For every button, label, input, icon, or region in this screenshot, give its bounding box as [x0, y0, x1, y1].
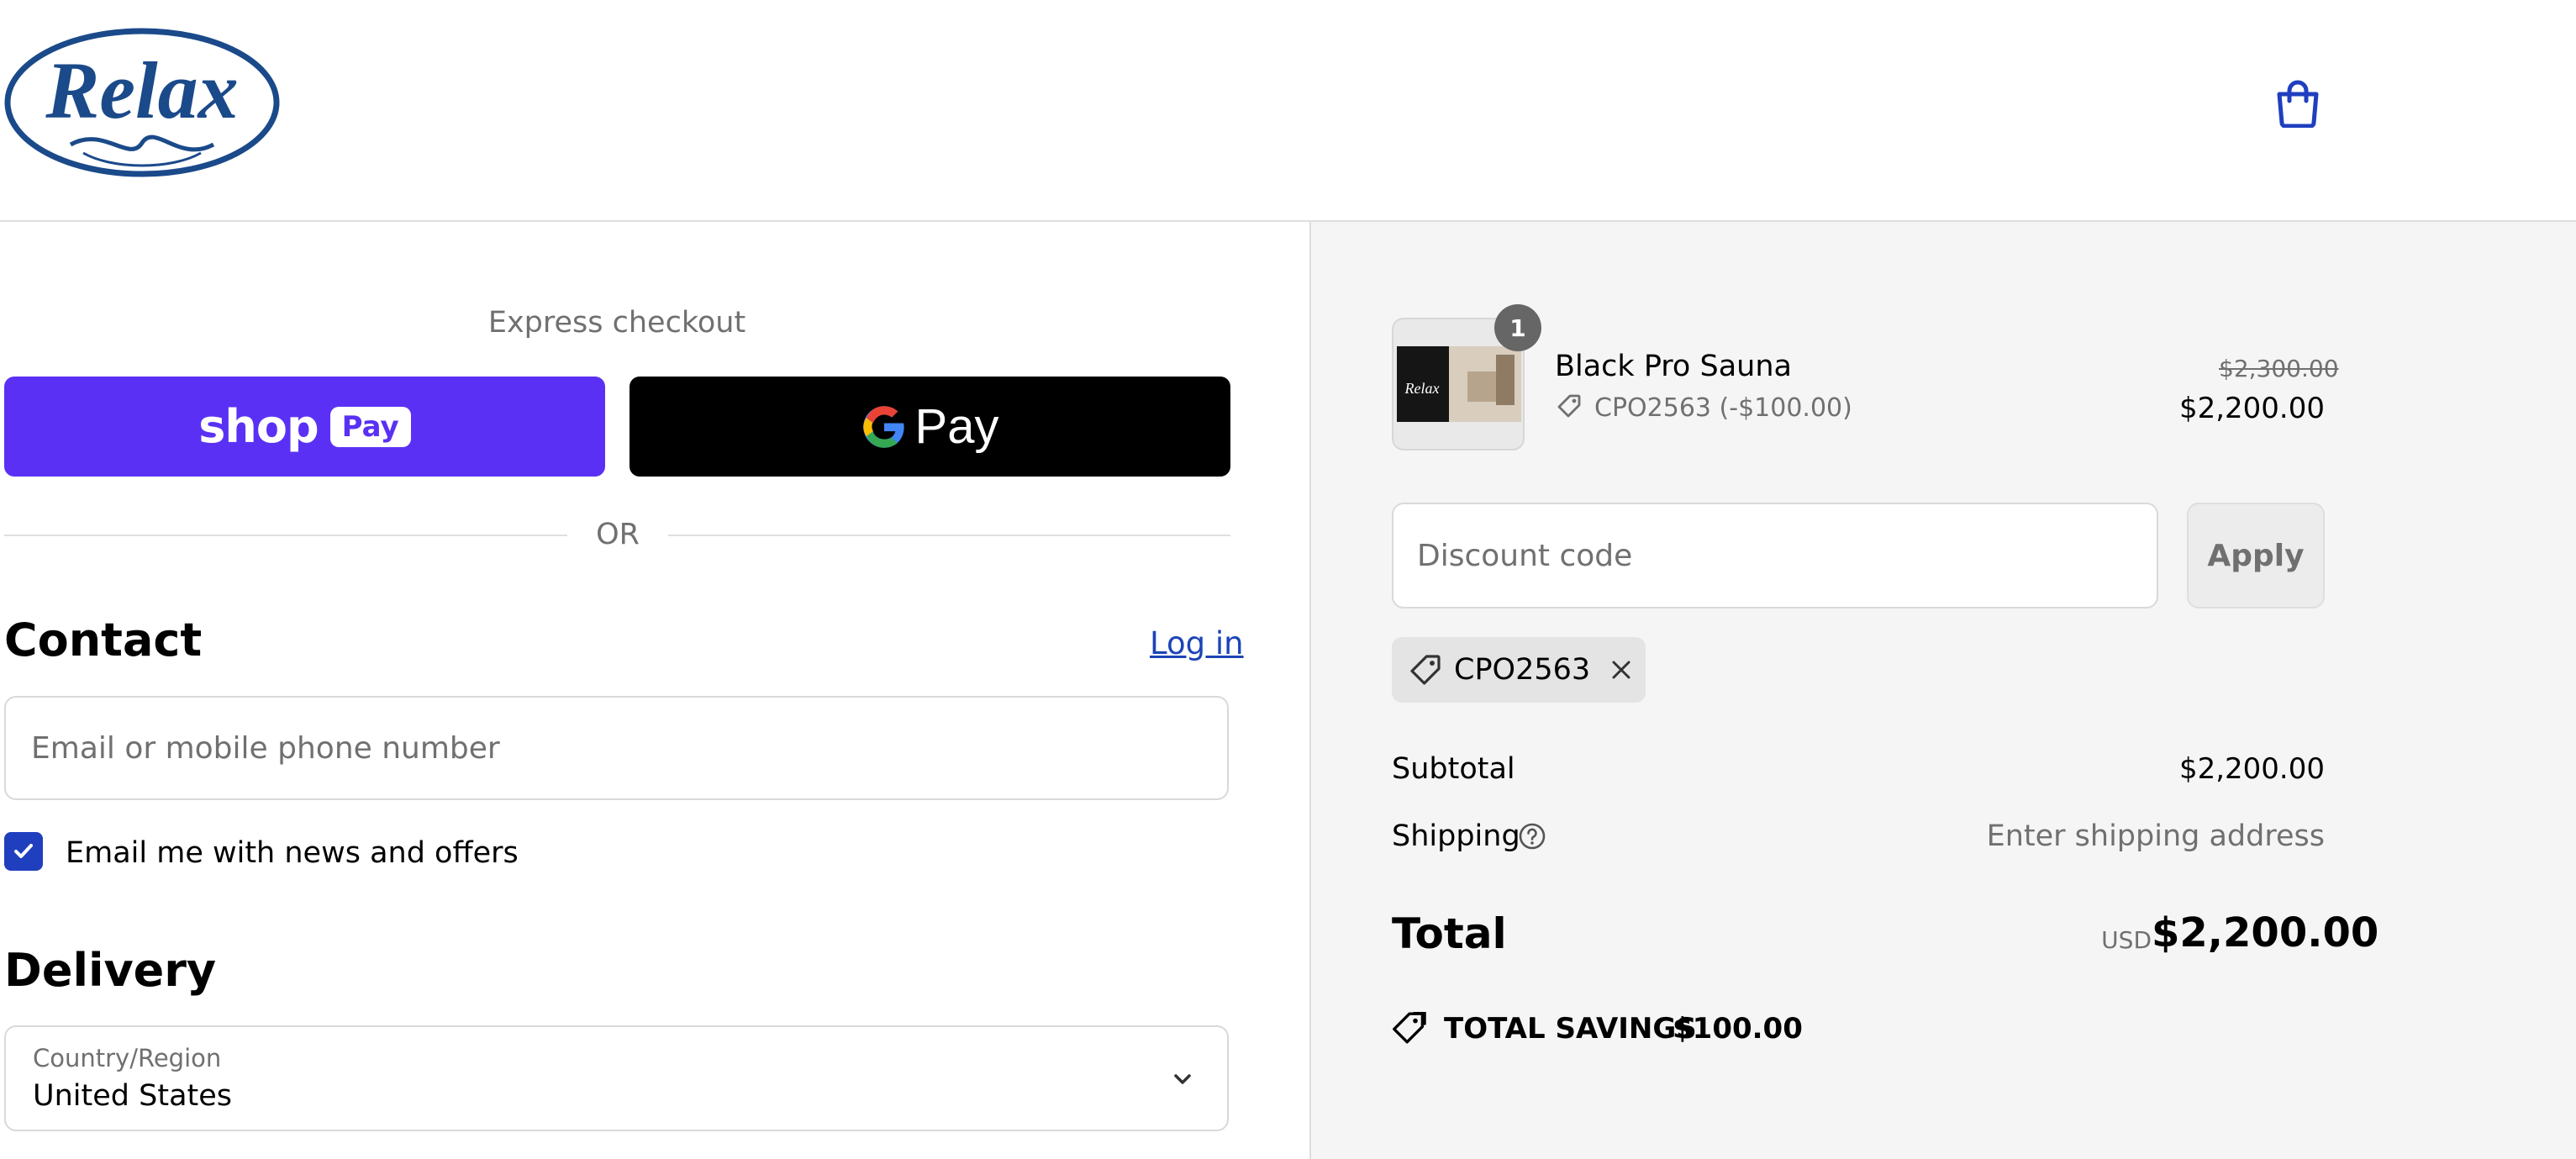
item-price: $2,200.00	[2178, 392, 2325, 425]
or-divider-right	[668, 535, 1230, 536]
discount-tag-icon	[1557, 393, 1582, 419]
total-currency: USD	[2101, 926, 2152, 954]
apply-discount-button[interactable]: Apply	[2187, 503, 2325, 608]
google-pay-label: Pay	[914, 399, 999, 454]
checkmark-icon	[14, 844, 33, 858]
checkout-form-column	[0, 222, 1308, 1159]
relax-logo-mark: Relax	[4, 28, 280, 177]
shop-pay-pill: Pay	[329, 406, 411, 447]
total-label: Total	[1392, 909, 1507, 958]
discount-code-input[interactable]	[1392, 503, 2158, 608]
svg-text:Relax: Relax	[1404, 380, 1440, 397]
item-discount-line: CPO2563 (-$100.00)	[1594, 393, 1852, 423]
site-header	[0, 0, 2576, 222]
delivery-heading: Delivery	[4, 944, 217, 997]
relax-logo[interactable]: Relax	[3, 27, 281, 178]
total-savings-value: $100.00	[1673, 1012, 1803, 1046]
question-mark-icon[interactable]	[1518, 822, 1546, 851]
product-image: Relax	[1397, 346, 1521, 422]
country-region-label: Country/Region	[33, 1044, 222, 1072]
remove-discount-close-icon[interactable]	[1607, 656, 1636, 684]
shipping-label: Shipping	[1392, 819, 1520, 853]
google-pay-button[interactable]: Pay	[630, 377, 1230, 477]
country-region-select[interactable]: Country/Region United States	[4, 1025, 1229, 1131]
newsletter-label: Email me with news and offers	[66, 836, 519, 870]
login-link[interactable]: Log in	[1150, 625, 1244, 661]
original-price: $2,300.00	[2219, 355, 2339, 382]
total-savings-label: TOTAL SAVINGS	[1444, 1012, 1697, 1046]
or-divider-left	[4, 535, 567, 536]
applied-discount-code: CPO2563	[1454, 653, 1591, 687]
shopping-bag-icon[interactable]	[2274, 79, 2321, 129]
contact-heading: Contact	[4, 614, 203, 666]
email-or-phone-input[interactable]	[4, 696, 1229, 800]
discount-tag-icon	[1410, 655, 1441, 685]
shop-pay-wordmark: shop	[198, 400, 319, 453]
savings-tag-icon	[1392, 1010, 1427, 1046]
google-g-icon	[862, 405, 904, 448]
express-checkout-label: Express checkout	[487, 306, 746, 340]
or-divider-text: OR	[596, 518, 640, 551]
shipping-value: Enter shipping address	[1986, 819, 2325, 853]
logo-text: Relax	[45, 45, 238, 135]
chevron-down-icon	[1166, 1062, 1199, 1096]
total-value: $2,200.00	[2152, 909, 2379, 956]
product-name: Black Pro Sauna	[1555, 350, 1792, 383]
country-region-value: United States	[33, 1079, 233, 1113]
subtotal-value: $2,200.00	[2178, 752, 2325, 786]
shop-pay-button[interactable]: shop Pay	[4, 377, 605, 477]
newsletter-checkbox[interactable]	[4, 832, 43, 871]
quantity-badge: 1	[1494, 304, 1541, 351]
applied-discount-chip: CPO2563	[1392, 637, 1646, 703]
subtotal-label: Subtotal	[1392, 752, 1515, 786]
